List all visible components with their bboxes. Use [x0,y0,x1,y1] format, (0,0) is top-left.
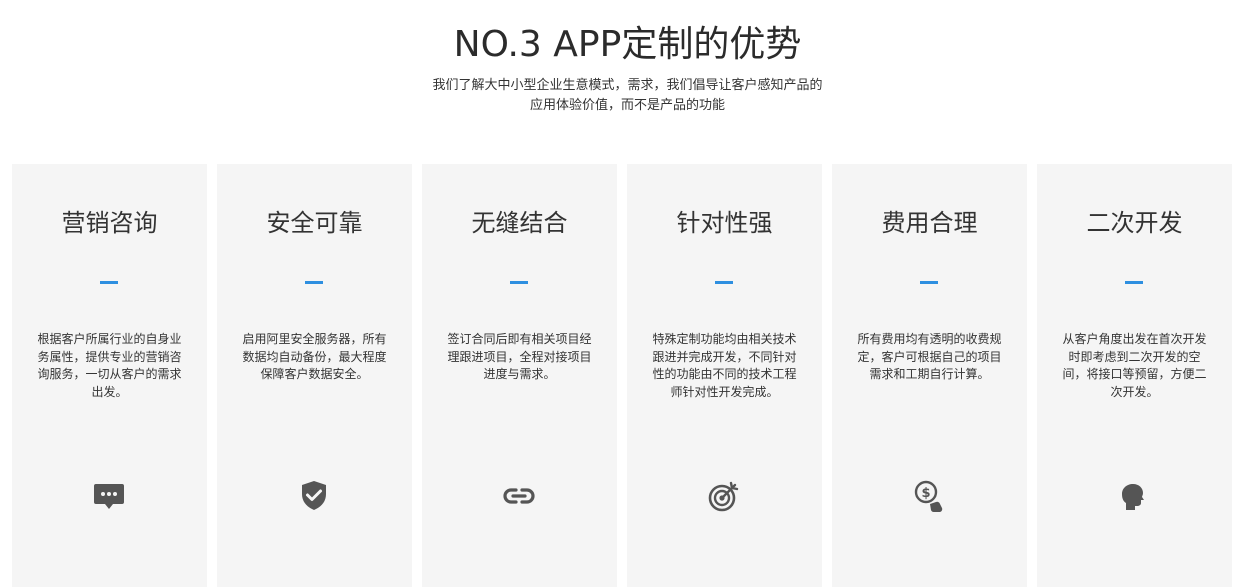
section-header: NO.3 APP定制的优势 我们了解大中小型企业生意模式，需求，我们倡导让客户感… [0,0,1255,116]
card-description: 特殊定制功能均由相关技术跟进并完成开发，不同针对性的功能由不同的技术工程师针对性… [652,332,797,399]
card-safe-reliable: 安全可靠 启用阿里安全服务器，所有数据均自动备份，最大程度保障客户数据安全。 [217,164,412,587]
card-title: 营销咨询 [61,209,158,237]
card-divider [1125,281,1143,284]
link-icon [501,478,537,514]
card-highly-targeted: 针对性强 特殊定制功能均由相关技术跟进并完成开发，不同针对性的功能由不同的技术工… [627,164,822,587]
card-divider [305,281,323,284]
card-description: 根据客户所属行业的自身业务属性，提供专业的营销咨询服务，一切从客户的需求出发。 [37,332,182,399]
card-divider [100,281,118,284]
card-title: 针对性强 [676,209,773,237]
section-subtitle: 我们了解大中小型企业生意模式，需求，我们倡导让客户感知产品的 应用体验价值，而不… [408,76,848,116]
shield-check-icon [296,478,332,514]
card-title: 费用合理 [881,209,978,237]
card-description: 所有费用均有透明的收费规定，客户可根据自己的项目需求和工期自行计算。 [857,332,1002,381]
svg-text:$: $ [921,486,930,501]
card-divider [510,281,528,284]
card-secondary-development: 二次开发 从客户角度出发在首次开发时即考虑到二次开发的空间，将接口等预留，方便二… [1037,164,1232,587]
advantages-section: NO.3 APP定制的优势 我们了解大中小型企业生意模式，需求，我们倡导让客户感… [0,0,1255,587]
subtitle-line-2: 应用体验价值，而不是产品的功能 [529,98,725,113]
card-seamless-integration: 无缝结合 签订合同后即有相关项目经理跟进项目，全程对接项目进度与需求。 [422,164,617,587]
card-title: 无缝结合 [471,209,568,237]
section-title: NO.3 APP定制的优势 [453,24,802,65]
card-reasonable-cost: 费用合理 所有费用均有透明的收费规定，客户可根据自己的项目需求和工期自行计算。 … [832,164,1027,587]
card-marketing-consulting: 营销咨询 根据客户所属行业的自身业务属性，提供专业的营销咨询服务，一切从客户的需… [12,164,207,587]
chat-bubble-icon [91,478,127,514]
card-title: 二次开发 [1086,209,1183,237]
advantage-cards: 营销咨询 根据客户所属行业的自身业务属性，提供专业的营销咨询服务，一切从客户的需… [12,164,1234,587]
card-title: 安全可靠 [266,209,363,237]
card-divider [715,281,733,284]
target-icon [706,478,742,514]
card-description: 从客户角度出发在首次开发时即考虑到二次开发的空间，将接口等预留，方便二次开发。 [1062,332,1207,399]
card-description: 启用阿里安全服务器，所有数据均自动备份，最大程度保障客户数据安全。 [242,332,387,381]
card-description: 签订合同后即有相关项目经理跟进项目，全程对接项目进度与需求。 [447,332,592,381]
card-divider [920,281,938,284]
head-profile-icon [1116,478,1152,514]
subtitle-line-1: 我们了解大中小型企业生意模式，需求，我们倡导让客户感知产品的 [432,78,823,93]
dollar-hand-icon: $ [911,478,947,514]
